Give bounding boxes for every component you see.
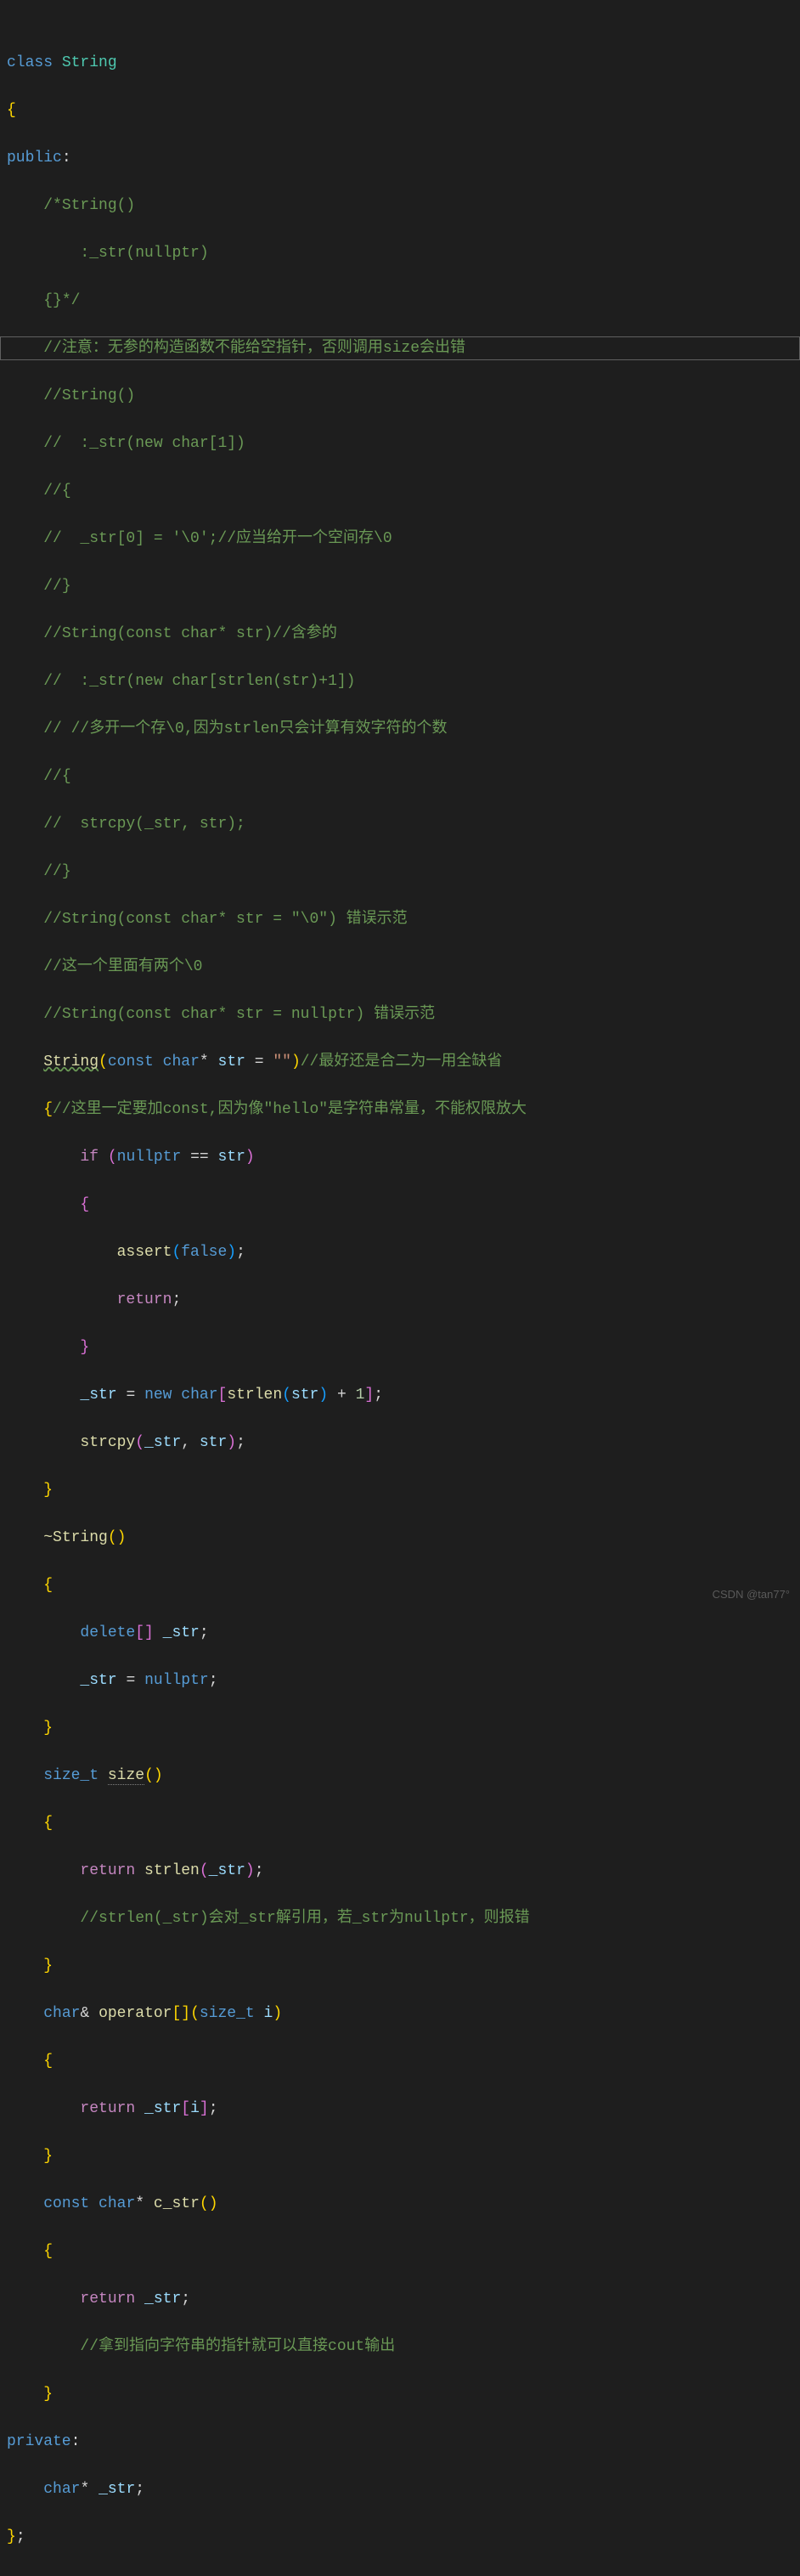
code-line: ~String(): [7, 1526, 800, 1550]
code-line: //{: [7, 479, 800, 503]
code-line: delete[] _str;: [7, 1621, 800, 1645]
code-line: }: [7, 2144, 800, 2168]
code-line: String(const char* str = "")//最好还是合二为一用全…: [7, 1050, 800, 1074]
code-line: }: [7, 2382, 800, 2406]
code-line: {: [7, 1811, 800, 1835]
code-line: strcpy(_str, str);: [7, 1431, 800, 1455]
code-line: }: [7, 1954, 800, 1978]
code-line: }: [7, 1336, 800, 1359]
code-line: //strlen(_str)会对_str解引用，若_str为nullptr，则报…: [7, 1907, 800, 1930]
code-line: {: [7, 1193, 800, 1217]
code-line: //{: [7, 765, 800, 788]
code-line: _str = nullptr;: [7, 1669, 800, 1692]
code-line: };: [7, 2525, 800, 2549]
code-line: //String(const char* str)//含参的: [7, 622, 800, 646]
code-line: {//这里一定要加const,因为像"hello"是字符串常量，不能权限放大: [7, 1098, 800, 1121]
code-line: size_t size(): [7, 1764, 800, 1788]
code-line: :_str(nullptr): [7, 241, 800, 265]
code-line: //这一个里面有两个\0: [7, 955, 800, 979]
code-line: //String(const char* str = nullptr) 错误示范: [7, 1003, 800, 1026]
code-line: // //多开一个存\0,因为strlen只会计算有效字符的个数: [7, 717, 800, 741]
code-line: assert(false);: [7, 1240, 800, 1264]
code-line: }: [7, 1478, 800, 1502]
code-editor[interactable]: class String { public: /*String() :_str(…: [0, 0, 800, 2576]
code-line: return strlen(_str);: [7, 1859, 800, 1883]
code-line: {: [7, 99, 800, 122]
code-line: {: [7, 1573, 800, 1597]
code-line: return;: [7, 1288, 800, 1312]
code-line: // :_str(new char[strlen(str)+1]): [7, 669, 800, 693]
code-line: const char* c_str(): [7, 2192, 800, 2216]
code-line: if (nullptr == str): [7, 1145, 800, 1169]
code-line: // strcpy(_str, str);: [7, 812, 800, 836]
code-line: _str = new char[strlen(str) + 1];: [7, 1383, 800, 1407]
code-line: char* _str;: [7, 2477, 800, 2501]
code-line: // _str[0] = '\0';//应当给开一个空间存\0: [7, 527, 800, 551]
code-line: /*String(): [7, 194, 800, 217]
code-line: //}: [7, 574, 800, 598]
code-line: return _str[i];: [7, 2097, 800, 2121]
code-line: }: [7, 1716, 800, 1740]
code-line: //String(const char* str = "\0") 错误示范: [7, 907, 800, 931]
code-line: //}: [7, 860, 800, 884]
code-line: //String(): [7, 384, 800, 408]
watermark: CSDN @tan77°: [713, 1583, 790, 1607]
code-line: {}*/: [7, 289, 800, 313]
code-line: // :_str(new char[1]): [7, 432, 800, 455]
code-line: //注意：无参的构造函数不能给空指针，否则调用size会出错: [7, 336, 800, 360]
code-line: return _str;: [7, 2287, 800, 2311]
code-line: {: [7, 2240, 800, 2263]
code-line: public:: [7, 146, 800, 170]
code-line: //拿到指向字符串的指针就可以直接cout输出: [7, 2335, 800, 2359]
code-line: private:: [7, 2430, 800, 2454]
code-line: class String: [7, 51, 800, 75]
code-line: {: [7, 2049, 800, 2073]
code-line: char& operator[](size_t i): [7, 2002, 800, 2025]
